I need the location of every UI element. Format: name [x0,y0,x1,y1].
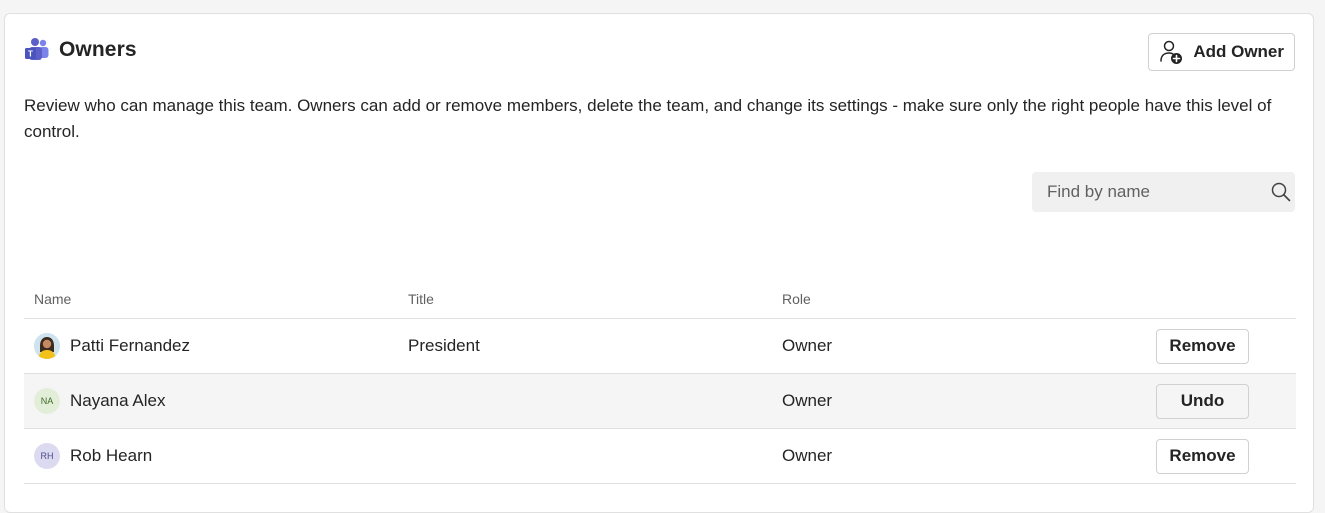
owner-role: Owner [782,391,833,410]
svg-text:T: T [28,50,33,59]
avatar: RH [34,443,60,469]
avatar [34,333,60,359]
description-text: Review who can manage this team. Owners … [24,96,1272,141]
owner-title: President [408,336,480,355]
card-header: T Owners [23,36,137,64]
remove-button[interactable]: Remove [1156,438,1249,474]
column-header-title[interactable]: Title [398,291,772,307]
add-owner-label: Add Owner [1193,42,1284,61]
add-owner-button[interactable]: Add Owner [1148,33,1295,71]
table-header: Name Title Role [24,280,1296,319]
remove-button[interactable]: Remove [1156,328,1249,364]
search-input[interactable] [1032,171,1270,213]
owners-table: Name Title Role Patti Fernandez Presiden… [24,280,1296,484]
avatar: NA [34,388,60,414]
column-header-role[interactable]: Role [772,291,1146,307]
table-row[interactable]: Patti Fernandez President Owner Remove [24,319,1296,374]
undo-button[interactable]: Undo [1156,383,1249,419]
owner-name: Nayana Alex [70,391,166,410]
owners-card: T Owners Add Owner Review who can manage… [4,13,1314,513]
owner-name: Rob Hearn [70,446,153,465]
table-row[interactable]: RH Rob Hearn Owner Remove [24,429,1296,484]
page-title: Owners [59,38,137,61]
teams-icon: T [23,36,51,64]
owner-role: Owner [782,446,833,465]
search-icon[interactable] [1270,181,1292,203]
column-header-name[interactable]: Name [24,291,398,307]
add-person-icon [1157,38,1185,66]
table-row[interactable]: NA Nayana Alex Owner Undo [24,374,1296,429]
owner-name: Patti Fernandez [70,336,191,355]
search-box[interactable] [1032,171,1295,213]
owner-role: Owner [782,336,833,355]
